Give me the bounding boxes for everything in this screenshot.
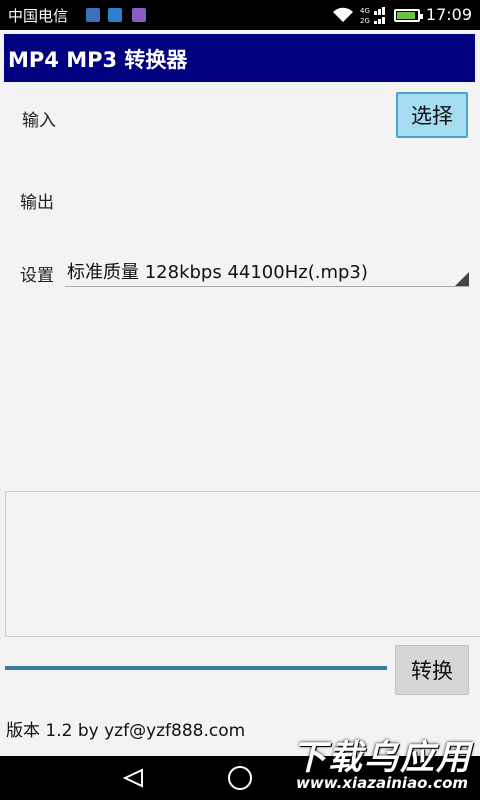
quality-spinner[interactable]: 标准质量 128kbps 44100Hz(.mp3) xyxy=(65,255,469,287)
input-label: 输入 xyxy=(22,111,56,131)
weibo-icon xyxy=(86,8,100,22)
select-file-button[interactable]: 选择 xyxy=(396,92,468,138)
quality-spinner-value: 标准质量 128kbps 44100Hz(.mp3) xyxy=(67,262,368,283)
app-title: MP4 MP3 转换器 xyxy=(8,48,188,72)
message-icon xyxy=(132,8,146,22)
battery-icon xyxy=(394,9,423,22)
version-text: 版本 1.2 by yzf@yzf888.com xyxy=(6,721,246,741)
progress-bar xyxy=(5,666,387,670)
signal-icon: 4G 2G xyxy=(360,7,385,25)
clock: 17:09 xyxy=(425,5,472,24)
log-textarea[interactable] xyxy=(5,491,480,637)
back-icon[interactable] xyxy=(122,768,144,788)
home-icon[interactable] xyxy=(228,766,252,790)
convert-button[interactable]: 转换 xyxy=(395,645,469,695)
progress-bar-fill xyxy=(5,666,387,670)
carrier-name: 中国电信 xyxy=(8,7,69,25)
output-label: 输出 xyxy=(20,193,54,213)
svg-text:2G: 2G xyxy=(360,17,370,25)
dropdown-arrow-icon xyxy=(455,272,469,286)
watermark-url: www.xiazainiao.com xyxy=(296,774,469,792)
usb-icon xyxy=(108,8,122,22)
watermark-logo: 下载乌应用 www.xiazainiao.com xyxy=(286,730,476,796)
app-title-bar: MP4 MP3 转换器 xyxy=(4,34,475,82)
svg-text:4G: 4G xyxy=(360,7,370,15)
status-bar: 中国电信 4G 2G 17:09 xyxy=(0,0,480,30)
settings-label: 设置 xyxy=(20,266,54,286)
wifi-icon xyxy=(333,7,353,22)
watermark-cn: 下载乌应用 xyxy=(292,738,472,778)
